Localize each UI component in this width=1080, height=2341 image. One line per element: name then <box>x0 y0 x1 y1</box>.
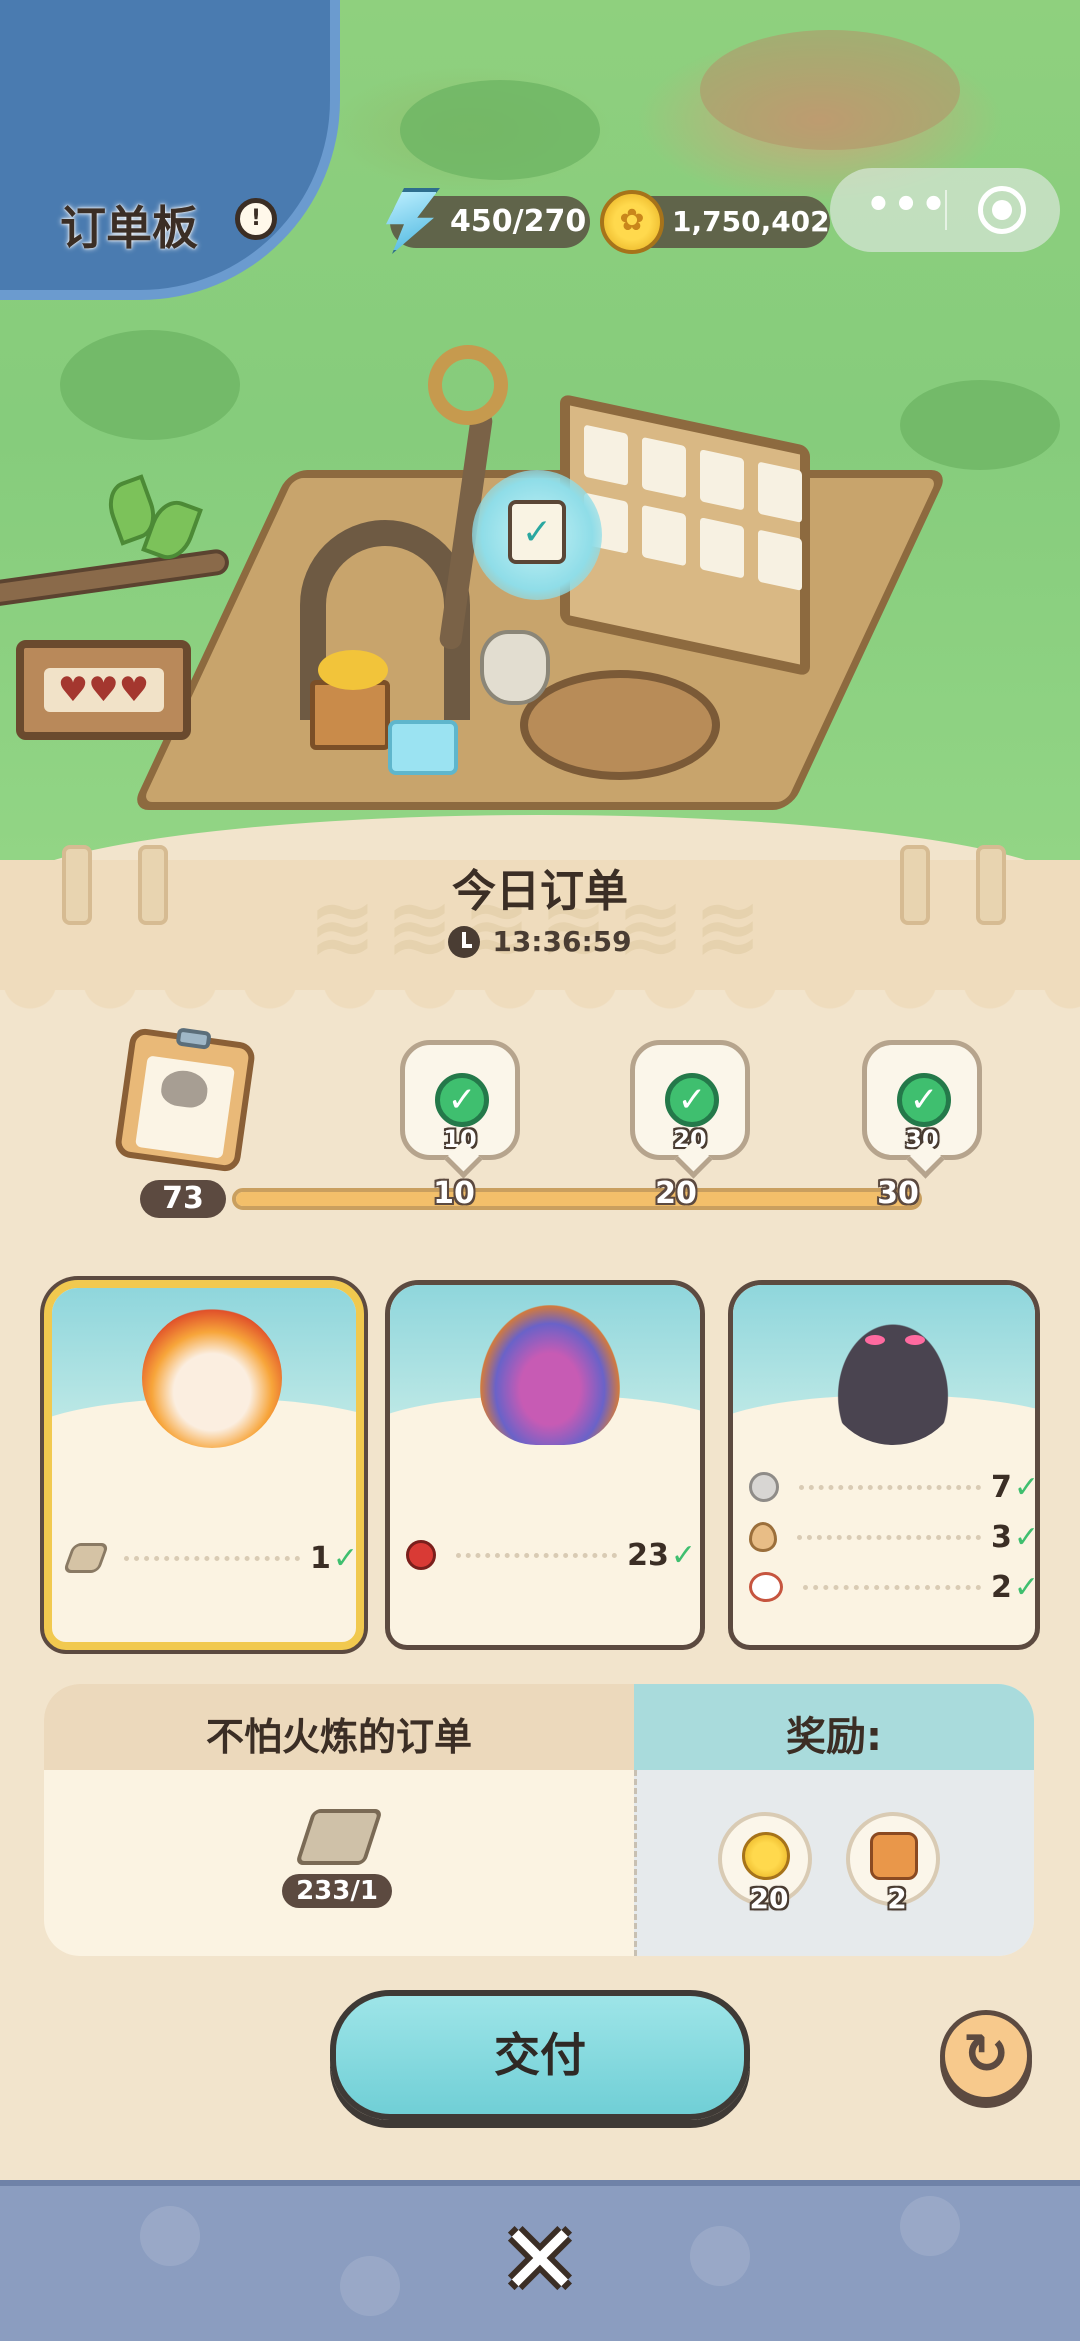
timer-value: 13:36:59 <box>492 925 632 958</box>
clipboard-icon <box>113 1026 257 1174</box>
crate <box>310 680 390 750</box>
sea-dragon-icon <box>480 1305 620 1445</box>
staff-spiral <box>428 345 508 425</box>
progress-fill <box>236 1192 918 1206</box>
page-title: 订单板 <box>60 201 198 255</box>
requirement-row: 2 ✓ <box>749 1567 1039 1607</box>
stone-icon <box>749 1472 779 1502</box>
quest-scroll-icon[interactable]: ✓ <box>508 500 566 564</box>
milestone-reward-chest[interactable]: ✓ 30 <box>862 1040 982 1160</box>
requirement-row: 1 ✓ <box>62 1538 358 1578</box>
requirement-qty: 1 <box>309 1540 331 1576</box>
progress-bar <box>232 1188 922 1210</box>
requirement-qty: 3 <box>990 1519 1012 1555</box>
bush <box>60 330 240 440</box>
check-icon: ✓ <box>1013 1569 1039 1605</box>
wood-plank-icon <box>294 1809 384 1865</box>
coin-icon <box>742 1832 790 1880</box>
capsule-divider <box>945 190 947 230</box>
check-icon: ✓ <box>1013 1519 1039 1555</box>
deliver-button[interactable]: 交付 <box>330 1990 750 2120</box>
milestone-value: 20 <box>673 1125 707 1153</box>
info-icon[interactable]: ! <box>235 198 277 240</box>
milestone-reward-chest[interactable]: ✓ 10 <box>400 1040 520 1160</box>
tree-branch <box>0 547 231 609</box>
requirement-qty: 7 <box>990 1469 1012 1505</box>
milestone-value: 30 <box>905 1125 939 1153</box>
order-board-scene: ✓ ♥♥♥ <box>0 0 1080 860</box>
reward-amount: 20 <box>749 1882 789 1915</box>
wavy-divider <box>0 988 1080 1018</box>
countdown-timer: 13:36:59 <box>0 925 1080 958</box>
close-mini-program-button[interactable] <box>978 186 1026 234</box>
hanging-sign: ♥♥♥ <box>16 640 191 740</box>
shadow-slime-icon <box>823 1305 963 1445</box>
milestone-label: 10 <box>432 1175 476 1212</box>
reward-item[interactable]: 20 <box>718 1812 812 1915</box>
reward-item[interactable]: 2 <box>846 1812 940 1915</box>
gold-coins-pile <box>318 650 388 690</box>
reward-area <box>634 1770 1034 1956</box>
reward-amount: 2 <box>887 1882 907 1915</box>
bush <box>900 380 1060 470</box>
item-count: 233/1 <box>282 1874 392 1908</box>
requirement-row: 7 ✓ <box>749 1467 1039 1507</box>
fire-beast-icon <box>142 1308 282 1448</box>
claimed-check-icon: ✓ <box>897 1073 951 1127</box>
egg-icon <box>749 1522 777 1552</box>
milestone-label: 20 <box>654 1175 698 1212</box>
order-card[interactable]: 7 ✓ 3 ✓ 2 ✓ <box>728 1280 1040 1650</box>
dish-icon <box>749 1572 783 1602</box>
canned-food-icon <box>870 1832 918 1880</box>
order-name: 不怕火炼的订单 <box>205 1715 472 1759</box>
milestone-reward-chest[interactable]: ✓ 20 <box>630 1040 750 1160</box>
requirement-row: 23 ✓ <box>406 1535 696 1575</box>
apple-icon <box>406 1540 436 1570</box>
order-card[interactable]: 1 ✓ <box>44 1280 364 1650</box>
energy-value: 450/270 <box>450 204 587 239</box>
progress-count: 73 <box>140 1180 226 1218</box>
clock-icon <box>448 925 481 958</box>
more-options-button[interactable]: ••• <box>862 185 952 230</box>
order-detail: 不怕火炼的订单 奖励: 233/1 20 2 <box>44 1684 1034 1956</box>
reward-label: 奖励: <box>786 1714 882 1760</box>
paw-pattern <box>340 2256 400 2316</box>
check-icon: ✓ <box>332 1540 358 1576</box>
milestone-value: 10 <box>443 1125 477 1153</box>
bush <box>400 80 600 180</box>
milestone-label: 30 <box>876 1175 920 1212</box>
sack <box>480 630 550 705</box>
claimed-check-icon: ✓ <box>435 1073 489 1127</box>
requirement-row: 3 ✓ <box>749 1517 1039 1557</box>
paw-pattern <box>140 2206 200 2266</box>
paw-pattern <box>690 2226 750 2286</box>
paw-pattern <box>900 2196 960 2256</box>
coin-value: 1,750,402 <box>672 205 830 238</box>
refresh-icon[interactable]: ↻ <box>940 2010 1032 2102</box>
check-icon: ✓ <box>670 1537 696 1573</box>
wood-plank-icon <box>62 1543 110 1573</box>
order-card[interactable]: 23 ✓ <box>385 1280 705 1650</box>
crystal-box <box>388 720 458 775</box>
panel-title: 今日订单 <box>452 866 628 917</box>
coin-icon: ✿ <box>600 190 664 254</box>
requirement-qty: 2 <box>990 1569 1012 1605</box>
claimed-check-icon: ✓ <box>665 1073 719 1127</box>
sign-glyph: ♥♥♥ <box>43 668 164 712</box>
dirt-patch <box>700 30 960 150</box>
requirement-qty: 23 <box>627 1537 669 1573</box>
tree-stump <box>520 670 720 780</box>
check-icon: ✓ <box>1013 1469 1039 1505</box>
close-button[interactable]: ✕ <box>495 2212 585 2308</box>
